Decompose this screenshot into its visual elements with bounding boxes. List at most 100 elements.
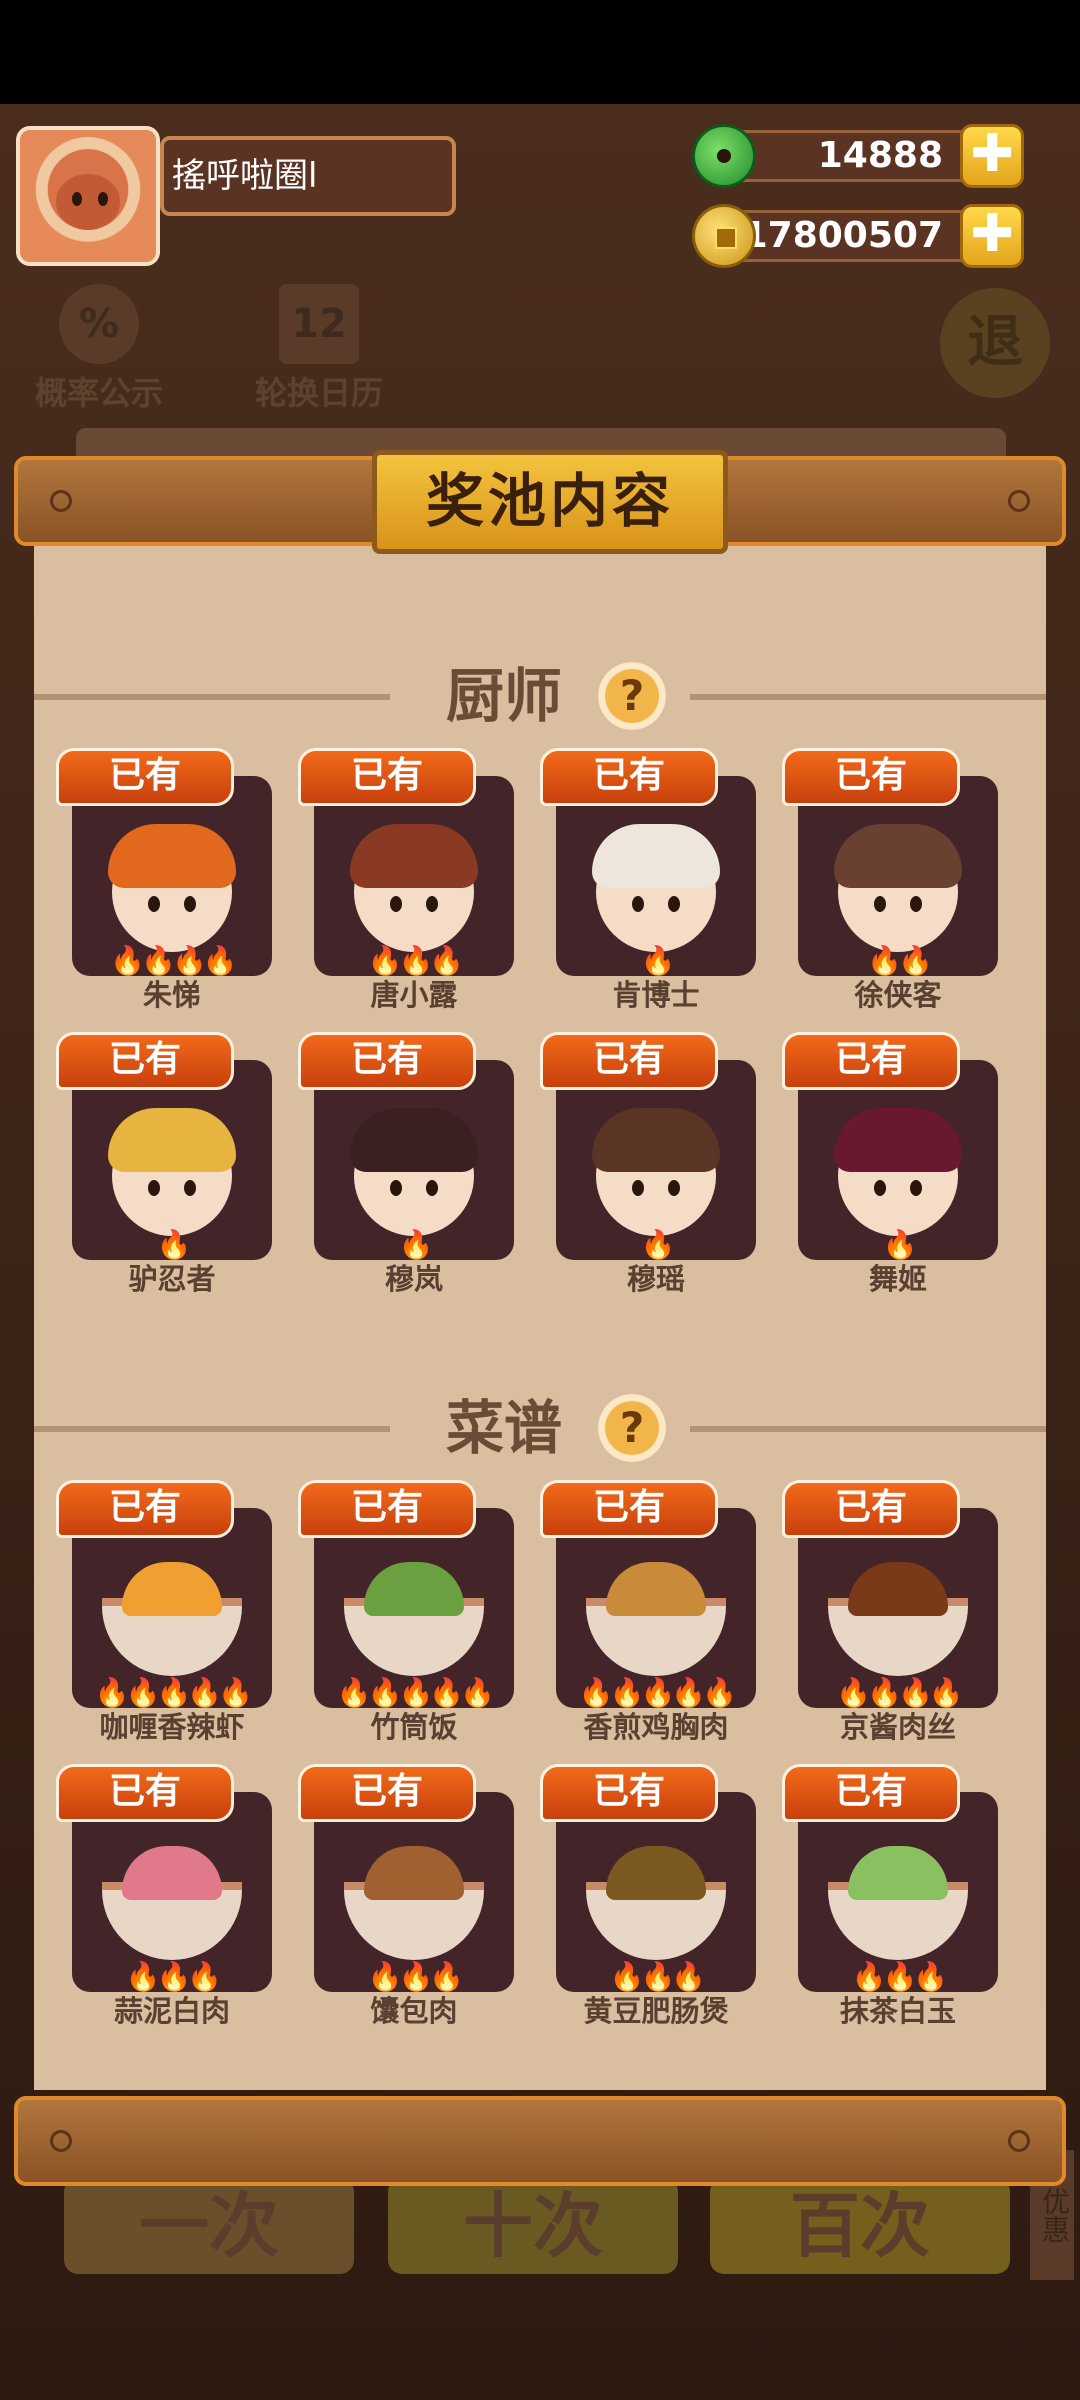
owned-badge: 已有 [540, 748, 718, 806]
question-icon[interactable]: ? [598, 1394, 666, 1462]
nail-icon [1008, 490, 1030, 512]
chef-icon [350, 824, 478, 952]
avatar-face [56, 174, 120, 230]
gold-amount: 17800507 [716, 210, 986, 262]
dialog-title: 奖池内容 [372, 450, 728, 554]
dish-icon [828, 1562, 968, 1676]
recipe-card[interactable]: 🔥🔥🔥 已有 馕包肉 [298, 1764, 514, 2028]
recipe-name: 黄豆肥肠煲 [583, 1994, 729, 2028]
player-name: 搖呼啦圈l [160, 136, 456, 216]
jade-coin-icon [692, 124, 756, 188]
draw-ten-button: 十次 [388, 2178, 678, 2274]
owned-badge: 已有 [782, 1480, 960, 1538]
owned-badge: 已有 [782, 1032, 960, 1090]
recipe-card[interactable]: 🔥🔥🔥 已有 抹茶白玉 [782, 1764, 998, 2028]
recipe-name: 竹筒饭 [370, 1710, 458, 1744]
chef-card[interactable]: 🔥 已有 穆岚 [298, 1032, 514, 1296]
recipe-name: 馕包肉 [370, 1994, 458, 2028]
chef-card[interactable]: 🔥 已有 穆瑶 [540, 1032, 756, 1296]
recipe-card[interactable]: 🔥🔥🔥 已有 黄豆肥肠煲 [540, 1764, 756, 2028]
divider [34, 1426, 390, 1432]
section-title: 菜谱 [446, 1394, 563, 1462]
chef-icon [350, 1108, 478, 1236]
add-jade-button[interactable]: ✚ [960, 124, 1024, 188]
chef-card[interactable]: 🔥 已有 肯博士 [540, 748, 756, 1012]
calendar-button: 12 轮换日历 [244, 284, 394, 414]
dish-icon [586, 1846, 726, 1960]
question-icon[interactable]: ? [598, 662, 666, 730]
owned-badge: 已有 [782, 748, 960, 806]
probability-label: 概率公示 [34, 374, 163, 412]
add-gold-button[interactable]: ✚ [960, 204, 1024, 268]
chef-card[interactable]: 🔥 已有 驴忍者 [56, 1032, 272, 1296]
nail-icon [50, 2130, 72, 2152]
divider [690, 1426, 1046, 1432]
chef-icon [108, 824, 236, 952]
gold-coin-icon [692, 204, 756, 268]
chef-icon [834, 1108, 962, 1236]
avatar[interactable] [16, 126, 160, 266]
dish-icon [344, 1562, 484, 1676]
recipe-name: 抹茶白玉 [839, 1994, 956, 2028]
recipe-name: 京酱肉丝 [839, 1710, 956, 1744]
chef-card[interactable]: 🔥🔥 已有 徐侠客 [782, 748, 998, 1012]
panel-bottom-board [14, 2096, 1066, 2186]
divider [690, 694, 1046, 700]
owned-badge: 已有 [298, 1032, 476, 1090]
chef-name: 穆岚 [384, 1262, 443, 1296]
calendar-icon: 12 [279, 284, 359, 364]
gold-currency: 17800507 ✚ [692, 204, 1024, 268]
recipe-name: 蒜泥白肉 [113, 1994, 230, 2028]
chef-name: 朱悌 [142, 978, 201, 1012]
recipe-card[interactable]: 🔥🔥🔥🔥🔥 已有 咖喱香辣虾 [56, 1480, 272, 1744]
owned-badge: 已有 [298, 1480, 476, 1538]
recipe-card[interactable]: 🔥🔥🔥🔥🔥 已有 竹筒饭 [298, 1480, 514, 1744]
chef-icon [108, 1108, 236, 1236]
dish-icon [586, 1562, 726, 1676]
chef-icon [592, 824, 720, 952]
owned-badge: 已有 [298, 1764, 476, 1822]
chef-name: 徐侠客 [854, 978, 942, 1012]
dish-icon [828, 1846, 968, 1960]
recipe-card[interactable]: 🔥🔥🔥🔥 已有 京酱肉丝 [782, 1480, 998, 1744]
chef-card[interactable]: 🔥🔥🔥🔥 已有 朱悌 [56, 748, 272, 1012]
nail-icon [1008, 2130, 1030, 2152]
recipe-card[interactable]: 🔥🔥🔥 已有 蒜泥白肉 [56, 1764, 272, 2028]
avatar-eye [72, 192, 82, 206]
chef-name: 穆瑶 [626, 1262, 685, 1296]
chef-name: 舞姬 [868, 1262, 927, 1296]
recipe-name: 香煎鸡胸肉 [583, 1710, 729, 1744]
chef-icon [592, 1108, 720, 1236]
dish-icon [102, 1562, 242, 1676]
chef-card[interactable]: 🔥🔥🔥 已有 唐小露 [298, 748, 514, 1012]
chef-name: 唐小露 [370, 978, 458, 1012]
jade-amount: 14888 [716, 130, 986, 182]
divider [34, 694, 390, 700]
probability-button: % 概率公示 [24, 284, 174, 414]
draw-hundred-button: 百次 [710, 2178, 1010, 2274]
recipe-name: 咖喱香辣虾 [99, 1710, 245, 1744]
nail-icon [50, 490, 72, 512]
owned-badge: 已有 [56, 1032, 234, 1090]
percent-icon: % [59, 284, 139, 364]
calendar-label: 轮换日历 [254, 374, 383, 412]
status-bar [0, 0, 1080, 104]
prize-pool-panel[interactable]: 厨师 ? 🔥🔥🔥🔥 已有 朱悌 🔥🔥🔥 已有 唐小露 🔥 已有 肯博士 🔥🔥 已有 徐侠客 🔥 已有 驴忍者… [34, 520, 1046, 2090]
chef-name: 肯博士 [612, 978, 700, 1012]
avatar-eye [98, 192, 108, 206]
owned-badge: 已有 [540, 1032, 718, 1090]
chef-icon [834, 824, 962, 952]
chef-name: 驴忍者 [128, 1262, 216, 1296]
section-recipe: 菜谱 ? [34, 1386, 1046, 1470]
exit-button: 退 [940, 288, 1050, 398]
chef-card[interactable]: 🔥 已有 舞姬 [782, 1032, 998, 1296]
draw-one-button: 一次 [64, 2178, 354, 2274]
dish-icon [344, 1846, 484, 1960]
recipe-card[interactable]: 🔥🔥🔥🔥🔥 已有 香煎鸡胸肉 [540, 1480, 756, 1744]
section-chef: 厨师 ? [34, 654, 1046, 738]
jade-currency: 14888 ✚ [692, 124, 1024, 188]
section-title: 厨师 [446, 662, 563, 730]
owned-badge: 已有 [56, 1764, 234, 1822]
owned-badge: 已有 [540, 1480, 718, 1538]
owned-badge: 已有 [782, 1764, 960, 1822]
